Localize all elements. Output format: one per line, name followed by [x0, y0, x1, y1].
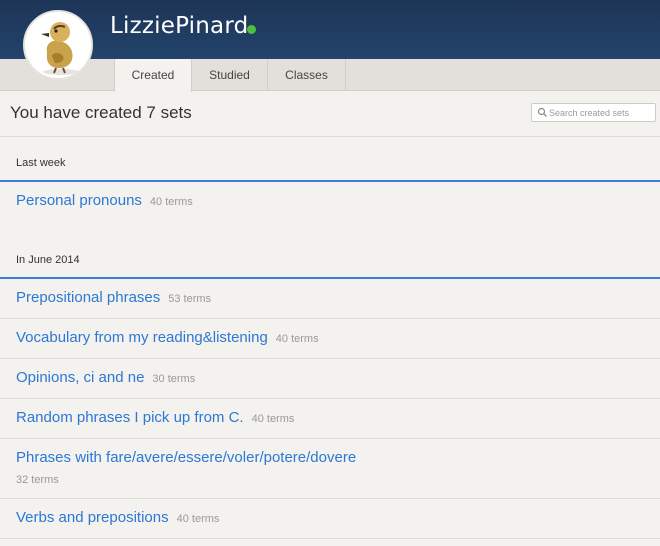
list-item: Random phrases I pick up from C. 40 terms [0, 399, 660, 439]
set-link[interactable]: Prepositional phrases 53 terms [16, 289, 211, 306]
list-item: Opinions, ci and ne 30 terms [0, 359, 660, 399]
set-link[interactable]: Phrases with fare/avere/essere/voler/pot… [16, 449, 356, 466]
profile-username[interactable]: LizziePinard [110, 13, 248, 39]
set-title[interactable]: Personal pronouns [16, 192, 142, 209]
term-count: 30 terms [152, 373, 196, 385]
list-item: Prepositional phrases 53 terms [0, 279, 660, 319]
group-header: In June 2014 [0, 234, 660, 279]
term-count: 40 terms [275, 333, 319, 345]
list-item: Personal pronouns 40 terms [0, 182, 660, 234]
set-link[interactable]: Random phrases I pick up from C. 40 terms [16, 409, 294, 426]
sets-list: Last week Personal pronouns 40 terms In J… [0, 136, 660, 539]
term-count: 53 terms [168, 293, 212, 305]
search-box[interactable] [531, 103, 656, 122]
list-item: Phrases with fare/avere/essere/voler/pot… [0, 439, 660, 499]
profile-header: LizziePinard [0, 0, 660, 59]
tab-studied[interactable]: Studied [192, 59, 268, 91]
list-item: Vocabulary from my reading&listening 40 t… [0, 319, 660, 359]
tab-classes[interactable]: Classes [268, 59, 346, 91]
group-label: Last week [16, 157, 66, 169]
page-title: You have created 7 sets [10, 103, 192, 122]
set-title[interactable]: Prepositional phrases [16, 289, 160, 306]
set-link[interactable]: Opinions, ci and ne 30 terms [16, 369, 195, 386]
set-link[interactable]: Personal pronouns 40 terms [16, 192, 193, 209]
term-count: 40 terms [176, 513, 220, 525]
list-item: Verbs and prepositions 40 terms [0, 499, 660, 539]
search-icon [537, 107, 547, 117]
tab-created[interactable]: Created [114, 59, 192, 92]
set-link[interactable]: Vocabulary from my reading&listening 40 t… [16, 329, 319, 346]
online-status-dot [247, 25, 256, 34]
profile-tabs: Created Studied Classes [0, 59, 660, 92]
set-title[interactable]: Vocabulary from my reading&listening [16, 329, 268, 346]
group-header: Last week [0, 137, 660, 182]
set-title[interactable]: Opinions, ci and ne [16, 369, 144, 386]
avatar[interactable] [23, 10, 93, 80]
set-title[interactable]: Random phrases I pick up from C. [16, 409, 244, 426]
group-label: In June 2014 [16, 254, 80, 266]
term-count: 40 terms [251, 413, 295, 425]
term-count: 32 terms [16, 474, 59, 486]
term-count: 40 terms [149, 196, 193, 208]
search-input[interactable] [549, 105, 653, 120]
set-link[interactable]: Verbs and prepositions 40 terms [16, 509, 219, 526]
set-title[interactable]: Verbs and prepositions [16, 509, 169, 526]
